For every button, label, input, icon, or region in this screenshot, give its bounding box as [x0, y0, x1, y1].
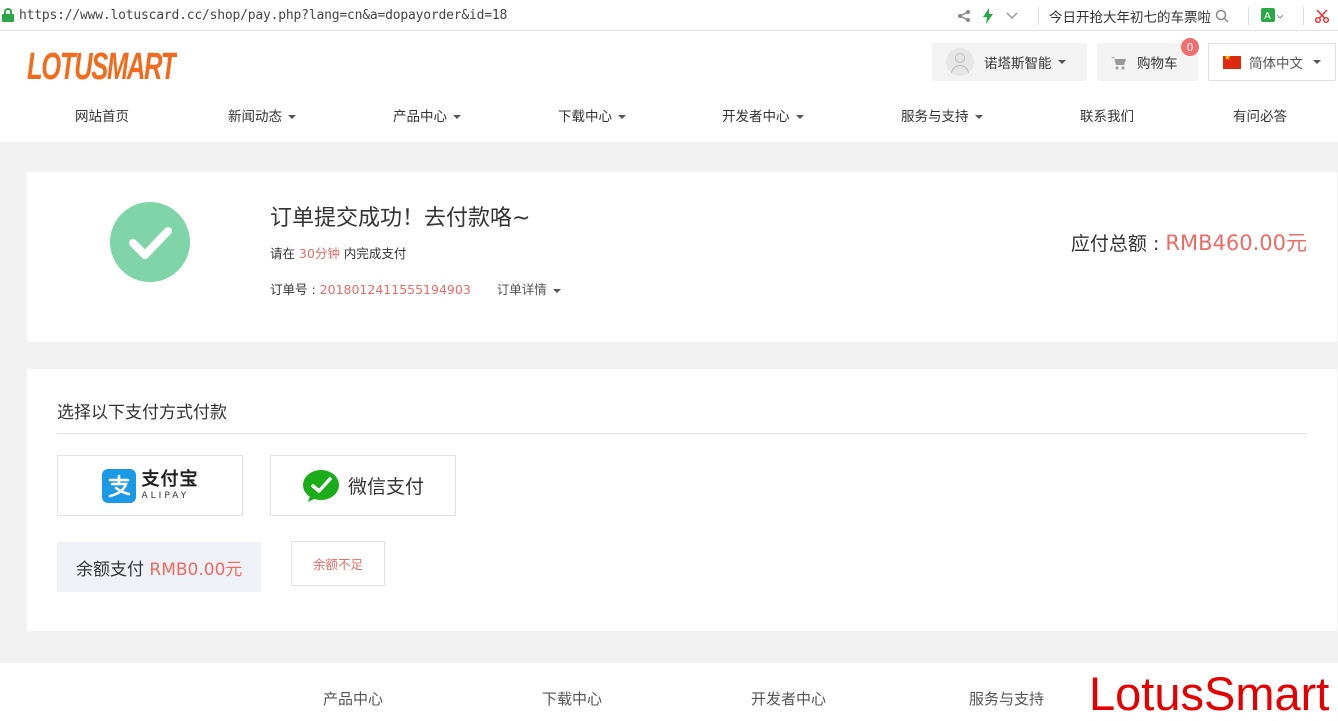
cart-label: 购物车 — [1137, 56, 1178, 72]
nav-item-products[interactable]: 产品中心 — [393, 105, 461, 125]
cart-button[interactable]: 购物车 0 — [1097, 38, 1199, 81]
alipay-label: 支付宝 — [141, 468, 199, 490]
china-flag-icon — [1223, 53, 1241, 69]
insufficient-balance-button[interactable]: 余额不足 — [291, 541, 385, 586]
caret-down-icon — [974, 115, 983, 119]
success-check-icon — [110, 202, 190, 282]
lotussmart-watermark: LotusSmart — [1089, 667, 1330, 720]
user-name: 诺塔斯智能 — [984, 56, 1052, 72]
order-success-card: 订单提交成功！去付款咯~ 请在 30分钟 内完成支付 订单号 : 2018012… — [27, 172, 1337, 342]
caret-down-icon — [552, 288, 561, 293]
nav-item-faq[interactable]: 有问必答 — [1233, 105, 1287, 125]
browser-search-input[interactable]: 今日开抢大年初七的车票啦 — [1049, 6, 1214, 26]
scissors-icon[interactable] — [1314, 8, 1330, 24]
caret-down-icon — [1313, 60, 1321, 64]
payment-deadline-note: 请在 30分钟 内完成支付 — [270, 246, 407, 261]
main-nav: 网站首页 新闻动态 产品中心 下载中心 开发者中心 服务与支持 联系我们 有问必… — [0, 105, 1338, 129]
footer-link-developers[interactable]: 开发者中心 — [751, 688, 826, 709]
site-header: LOTUSMART 诺塔斯智能 购物车 0 简体中文 网站首页 新闻动态 产品中… — [0, 31, 1338, 142]
nav-item-developers[interactable]: 开发者中心 — [722, 105, 804, 125]
nav-item-support[interactable]: 服务与支持 — [901, 105, 983, 125]
nav-item-contact[interactable]: 联系我们 — [1080, 105, 1134, 125]
payment-method-card: 选择以下支付方式付款 支付宝 ALIPAY 微信支付 余额支付 RMB0.00元… — [27, 369, 1337, 631]
order-title: 订单提交成功！去付款咯~ — [270, 206, 531, 231]
deadline-time: 30分钟 — [299, 246, 340, 261]
alipay-icon — [101, 468, 136, 503]
language-label: 简体中文 — [1249, 56, 1303, 72]
divider — [1303, 6, 1304, 25]
search-icon[interactable] — [1214, 8, 1230, 24]
nav-item-news[interactable]: 新闻动态 — [228, 105, 296, 125]
nav-item-downloads[interactable]: 下载中心 — [558, 105, 626, 125]
footer-link-support[interactable]: 服务与支持 — [969, 688, 1044, 709]
chevron-down-icon[interactable] — [1004, 8, 1020, 24]
avatar — [946, 48, 974, 76]
wechat-pay-label: 微信支付 — [347, 476, 424, 498]
caret-down-icon — [618, 115, 626, 119]
lock-icon — [2, 8, 14, 22]
svg-text:LOTUSMART: LOTUSMART — [27, 46, 177, 83]
total-amount: 应付总额 : RMB460.00元 — [1070, 231, 1307, 255]
payment-section-title: 选择以下支付方式付款 — [57, 403, 227, 423]
alipay-english-label: ALIPAY — [141, 490, 190, 501]
lightning-icon[interactable] — [980, 7, 996, 24]
total-amount-value: RMB460.00元 — [1165, 231, 1307, 255]
caret-down-icon — [288, 115, 296, 119]
language-selector[interactable]: 简体中文 — [1208, 43, 1336, 81]
browser-address-bar: https://www.lotuscard.cc/shop/pay.php?la… — [0, 0, 1338, 31]
footer-link-downloads[interactable]: 下载中心 — [542, 688, 602, 709]
footer-link-products[interactable]: 产品中心 — [323, 688, 383, 709]
alipay-option[interactable]: 支付宝 ALIPAY — [57, 455, 243, 516]
url-field[interactable]: https://www.lotuscard.cc/shop/pay.php?la… — [19, 8, 507, 23]
divider — [57, 433, 1307, 434]
caret-down-icon — [1057, 60, 1066, 64]
share-icon[interactable] — [956, 8, 972, 24]
divider — [1248, 6, 1249, 25]
cart-icon — [1111, 55, 1127, 70]
user-menu-button[interactable]: 诺塔斯智能 — [932, 43, 1087, 81]
balance-payment-option[interactable]: 余额支付 RMB0.00元 — [57, 542, 261, 592]
lotusmart-logo[interactable]: LOTUSMART — [27, 43, 180, 88]
wechat-pay-option[interactable]: 微信支付 — [270, 455, 456, 516]
caret-down-icon — [453, 115, 461, 119]
cart-count-badge: 0 — [1181, 38, 1199, 56]
svg-text:A: A — [1264, 11, 1271, 22]
order-number-row: 订单号 : 2018012411555194903 订单详情 — [270, 279, 561, 298]
nav-item-home[interactable]: 网站首页 — [75, 105, 129, 125]
wechat-icon — [302, 469, 340, 503]
divider — [1038, 6, 1039, 25]
translate-icon[interactable]: A — [1259, 7, 1285, 24]
balance-value: RMB0.00元 — [149, 559, 243, 580]
order-number: 2018012411555194903 — [319, 282, 471, 297]
order-detail-toggle[interactable]: 订单详情 — [497, 282, 561, 297]
caret-down-icon — [795, 115, 804, 119]
